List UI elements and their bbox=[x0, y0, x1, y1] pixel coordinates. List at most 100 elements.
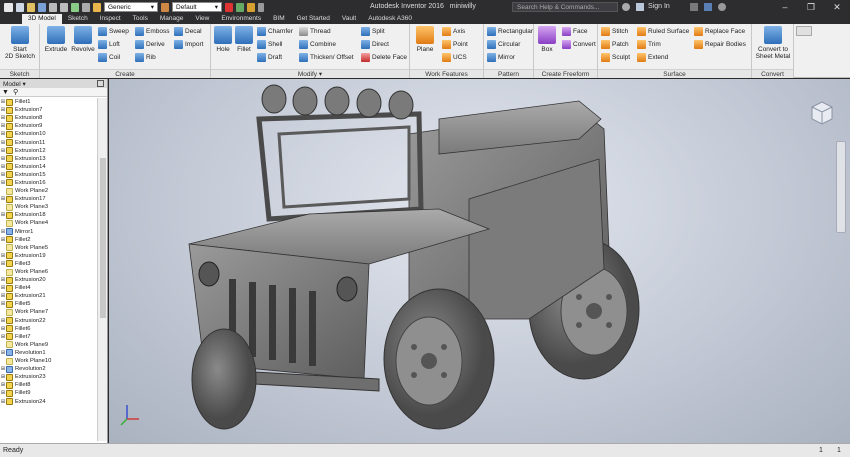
point-button[interactable]: Point bbox=[442, 39, 468, 50]
mirror-button[interactable]: Mirror bbox=[487, 52, 515, 63]
fx-parameters-icon[interactable] bbox=[247, 2, 255, 12]
face-button[interactable]: Face bbox=[562, 26, 587, 37]
tree-item[interactable]: Work Plane4 bbox=[0, 219, 97, 227]
tree-item[interactable]: ⊞ Extrusion18 bbox=[0, 211, 97, 219]
ucs-button[interactable]: UCS bbox=[442, 52, 467, 63]
thread-button[interactable]: Thread bbox=[299, 26, 331, 37]
tab-overflow-icon[interactable] bbox=[418, 14, 432, 24]
chamfer-button[interactable]: Chamfer bbox=[257, 26, 293, 37]
tree-item[interactable]: ⊞ Extrusion16 bbox=[0, 179, 97, 187]
direct-button[interactable]: Direct bbox=[361, 39, 389, 50]
modify-panel-label[interactable]: Modify ▾ bbox=[211, 69, 409, 78]
tree-item[interactable]: ⊞ Fillet2 bbox=[0, 236, 97, 244]
return-icon[interactable] bbox=[71, 2, 79, 12]
patch-button[interactable]: Patch bbox=[601, 39, 629, 50]
rib-button[interactable]: Rib bbox=[135, 52, 156, 63]
derive-button[interactable]: Derive bbox=[135, 39, 165, 50]
tab-sketch[interactable]: Sketch bbox=[62, 14, 94, 24]
tree-item[interactable]: ⊞ Extrusion11 bbox=[0, 138, 97, 147]
help-icon[interactable] bbox=[718, 3, 726, 11]
coil-button[interactable]: Coil bbox=[98, 52, 120, 63]
select-mode-icon[interactable] bbox=[82, 2, 90, 12]
graphics-window[interactable] bbox=[109, 79, 850, 443]
tab-manage[interactable]: Manage bbox=[154, 14, 190, 24]
tree-item[interactable]: Work Plane7 bbox=[0, 308, 97, 316]
trim-button[interactable]: Trim bbox=[637, 39, 661, 50]
sweep-button[interactable]: Sweep bbox=[98, 26, 129, 37]
tree-item[interactable]: Work Plane10 bbox=[0, 357, 97, 365]
rectangular-pattern-button[interactable]: Rectangular bbox=[487, 26, 533, 37]
sign-in-link[interactable]: Sign In bbox=[648, 3, 670, 10]
tree-item[interactable]: Work Plane2 bbox=[0, 187, 97, 195]
repair-bodies-button[interactable]: Repair Bodies bbox=[694, 39, 746, 50]
tree-item[interactable]: ⊞ Extrusion22 bbox=[0, 317, 97, 325]
start-2d-sketch-button[interactable]: Start 2D Sketch bbox=[5, 26, 35, 60]
tree-item[interactable]: ⊞ Extrusion21 bbox=[0, 292, 97, 300]
close-button[interactable]: ✕ bbox=[824, 1, 850, 13]
tree-item[interactable]: ⊞ Fillet8 bbox=[0, 381, 97, 389]
maximize-button[interactable]: ❐ bbox=[798, 1, 824, 13]
axis-button[interactable]: Axis bbox=[442, 26, 465, 37]
import-button[interactable]: Import bbox=[174, 39, 203, 50]
tree-item[interactable]: ⊞ Extrusion23 bbox=[0, 373, 97, 381]
split-button[interactable]: Split bbox=[361, 26, 385, 37]
loft-button[interactable]: Loft bbox=[98, 39, 120, 50]
tab-tools[interactable]: Tools bbox=[127, 14, 154, 24]
tree-item[interactable]: ⊞ Fillet5 bbox=[0, 300, 97, 308]
tree-item[interactable]: ⊞ Fillet9 bbox=[0, 389, 97, 397]
plane-button[interactable]: Plane bbox=[414, 26, 436, 53]
convert-freeform-button[interactable]: Convert bbox=[562, 39, 596, 50]
tree-item[interactable]: ⊞ Extrusion7 bbox=[0, 106, 97, 114]
tree-item[interactable]: ⊞ Extrusion13 bbox=[0, 155, 97, 163]
hole-button[interactable]: Hole bbox=[214, 26, 232, 53]
exchange-apps-icon[interactable] bbox=[690, 3, 698, 11]
app-menu-icon[interactable] bbox=[4, 2, 13, 12]
fillet-button[interactable]: Fillet bbox=[234, 26, 254, 53]
filter-icon[interactable]: ▼ bbox=[2, 89, 9, 96]
tree-item[interactable]: ⊞ Extrusion8 bbox=[0, 114, 97, 122]
jeep-model[interactable] bbox=[109, 79, 850, 443]
tree-item[interactable]: Work Plane6 bbox=[0, 268, 97, 276]
tab-vault[interactable]: Vault bbox=[336, 14, 362, 24]
delete-face-button[interactable]: Delete Face bbox=[361, 52, 407, 63]
combine-button[interactable]: Combine bbox=[299, 39, 336, 50]
find-icon[interactable]: ⚲ bbox=[13, 88, 18, 96]
tree-item[interactable]: Work Plane9 bbox=[0, 341, 97, 349]
box-button[interactable]: Box bbox=[537, 26, 557, 53]
scrollbar-thumb[interactable] bbox=[100, 158, 106, 318]
browser-dropdown[interactable]: Model ▾ bbox=[3, 80, 26, 88]
tree-item[interactable]: ⊞ Extrusion9 bbox=[0, 122, 97, 130]
search-icon[interactable] bbox=[622, 3, 630, 11]
tree-item[interactable]: ⊞ Extrusion24 bbox=[0, 397, 97, 406]
circular-pattern-button[interactable]: Circular bbox=[487, 39, 520, 50]
a360-icon[interactable] bbox=[704, 3, 712, 11]
help-search-input[interactable]: Search Help & Commands... bbox=[512, 2, 618, 12]
emboss-button[interactable]: Emboss bbox=[135, 26, 169, 37]
tree-item[interactable]: ⊞ Extrusion19 bbox=[0, 252, 97, 260]
ribbon-options-icon[interactable] bbox=[796, 26, 812, 36]
view-cube[interactable] bbox=[808, 99, 836, 127]
save-icon[interactable] bbox=[38, 2, 46, 12]
ruled-surface-button[interactable]: Ruled Surface bbox=[637, 26, 689, 37]
new-file-icon[interactable] bbox=[16, 2, 24, 12]
tree-item[interactable]: ⊞ Extrusion12 bbox=[0, 147, 97, 155]
thicken-offset-button[interactable]: Thicken/ Offset bbox=[299, 52, 354, 63]
draft-button[interactable]: Draft bbox=[257, 52, 282, 63]
open-file-icon[interactable] bbox=[27, 2, 35, 12]
tree-item[interactable]: Work Plane5 bbox=[0, 244, 97, 252]
extrude-button[interactable]: Extrude bbox=[44, 26, 68, 53]
tree-item[interactable]: ⊞ Revolution2 bbox=[0, 365, 97, 373]
revolve-button[interactable]: Revolve bbox=[70, 26, 96, 53]
minimize-button[interactable]: – bbox=[772, 1, 798, 13]
tree-item[interactable]: ⊞ Extrusion10 bbox=[0, 130, 97, 138]
tab-bim[interactable]: BIM bbox=[267, 14, 291, 24]
extend-button[interactable]: Extend bbox=[637, 52, 668, 63]
browser-menu-icon[interactable] bbox=[97, 80, 104, 87]
tab-view[interactable]: View bbox=[189, 14, 215, 24]
tab-inspect[interactable]: Inspect bbox=[94, 14, 127, 24]
tab-3d-model[interactable]: 3D Model bbox=[22, 14, 62, 24]
navigation-bar[interactable] bbox=[836, 141, 846, 233]
tree-item[interactable]: ⊞ Extrusion17 bbox=[0, 195, 97, 203]
replace-face-button[interactable]: Replace Face bbox=[694, 26, 745, 37]
tree-item[interactable]: ⊞ Extrusion20 bbox=[0, 276, 97, 284]
